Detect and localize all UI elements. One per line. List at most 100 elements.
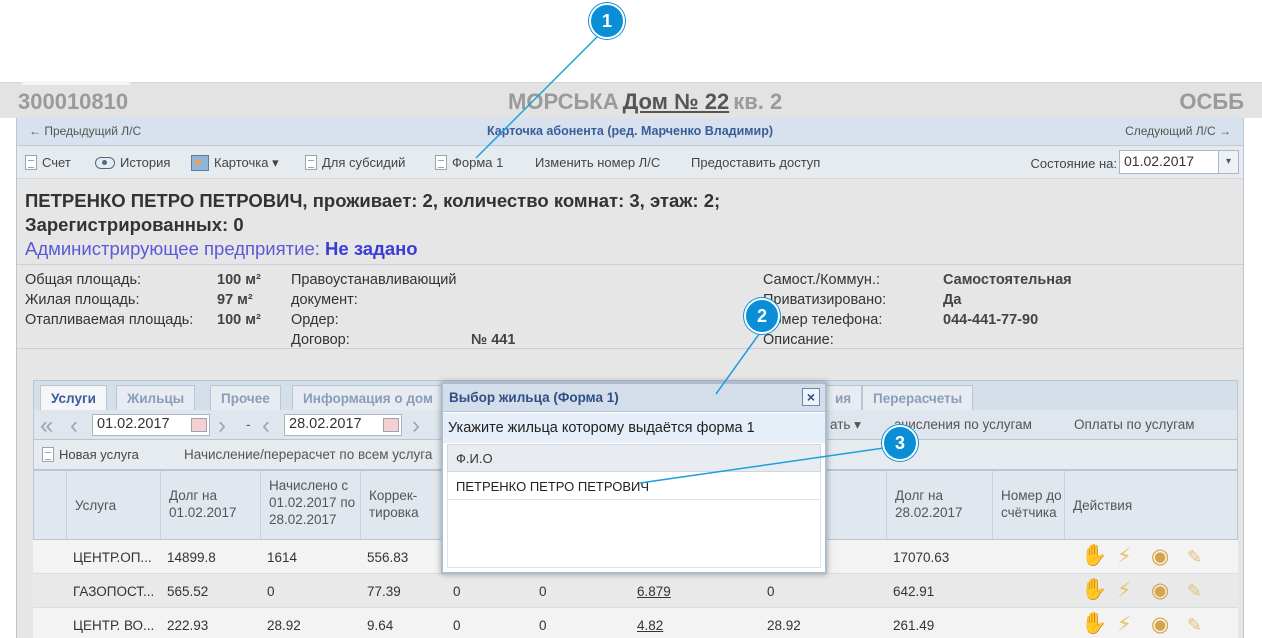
pencil-icon[interactable]: ✎ — [1187, 615, 1202, 636]
hand-icon[interactable]: ✋ — [1081, 578, 1107, 602]
accruals-by-service[interactable]: ачисления по услугам — [894, 417, 1032, 432]
house-link[interactable]: Дом № 22 — [623, 89, 730, 114]
payments-by-service[interactable]: Оплаты по услугам — [1074, 417, 1195, 432]
tab-hidden[interactable]: ия — [824, 385, 863, 411]
phone-label: Номер телефона: — [763, 312, 883, 328]
cell-debt-start: 222.93 — [167, 618, 209, 633]
ownership-type-label: Самост./Коммун.: — [763, 272, 880, 288]
bill-label: Счет — [42, 155, 71, 170]
calendar-icon[interactable] — [191, 418, 207, 432]
right-arrow-icon[interactable]: › — [412, 412, 420, 440]
header-tab-stub — [22, 81, 130, 85]
bill-button[interactable]: Счет — [25, 155, 71, 170]
chevron-down-icon[interactable]: ▾ — [1218, 151, 1238, 173]
change-account-button[interactable]: Изменить номер Л/С — [535, 155, 660, 170]
cell-col7[interactable]: 4.82 — [637, 618, 663, 633]
left-arrow-icon[interactable]: ‹ — [70, 412, 78, 440]
date-from-input[interactable]: 01.02.2017 — [92, 414, 210, 436]
hand-icon[interactable]: ✋ — [1081, 612, 1107, 636]
col-debt-end[interactable]: Долг на 28.02.2017 — [886, 471, 992, 539]
resident-row[interactable]: ПЕТРЕНКО ПЕТРО ПЕТРОВИЧ — [447, 472, 821, 500]
pencil-icon[interactable]: ✎ — [1187, 581, 1202, 602]
cell-service: ГАЗОПОСТ... — [73, 584, 155, 599]
card-menu-button[interactable]: Карточка ▾ — [191, 155, 279, 171]
new-service-button[interactable]: Новая услуга — [42, 447, 139, 462]
cell-col7-link[interactable]: 4.82 — [637, 618, 663, 633]
double-left-icon[interactable]: « — [40, 412, 53, 440]
table-row[interactable]: ЦЕНТР. ВО... 222.93 28.92 9.64 0 0 4.82 … — [33, 608, 1238, 638]
privatized-label: Приватизировано: — [763, 292, 887, 308]
form1-button[interactable]: Форма 1 — [435, 155, 503, 170]
lightning-icon[interactable]: ⚡ — [1117, 578, 1132, 603]
contract-value-wrap: № 441 — [471, 330, 515, 350]
cell-correction: 556.83 — [367, 550, 409, 565]
order-label: Ордер: — [291, 312, 339, 328]
account-header: 300010810 МОРСЬКА Дом № 22 кв. 2 ОСББ — [0, 81, 1262, 118]
cell-service: ЦЕНТР. ВО... — [73, 618, 155, 633]
col-actions: Действия — [1064, 471, 1238, 539]
form1-label: Форма 1 — [452, 155, 504, 170]
col-correction[interactable]: Коррек-тировка — [360, 471, 446, 539]
dialog-title: Выбор жильца (Форма 1) — [449, 390, 619, 405]
right-arrow-icon[interactable]: › — [218, 412, 226, 440]
history-button[interactable]: История — [95, 155, 170, 170]
cell-debt-start: 14899.8 — [167, 550, 216, 565]
cell-col8: 28.92 — [767, 618, 801, 633]
cell-accrued: 1614 — [267, 550, 298, 565]
tab-other[interactable]: Прочее — [210, 385, 281, 411]
col-service[interactable]: Услуга — [66, 471, 160, 539]
cell-correction: 9.64 — [367, 618, 394, 633]
left-arrow-icon[interactable]: ‹ — [262, 412, 270, 440]
registered-count: Зарегистрированных: 0 — [25, 214, 244, 235]
hand-icon[interactable]: ✋ — [1081, 544, 1107, 568]
grant-access-label: Предоставить доступ — [691, 155, 821, 170]
document-icon — [25, 155, 37, 170]
area-labels: Общая площадь: Жилая площадь: Отапливаем… — [25, 270, 193, 330]
table-row[interactable]: ГАЗОПОСТ... 565.52 0 77.39 0 0 6.879 0 6… — [33, 574, 1238, 608]
cell-col5: 0 — [453, 618, 461, 633]
pencil-icon[interactable]: ✎ — [1187, 547, 1202, 568]
print-menu[interactable]: ать ▾ — [830, 417, 861, 433]
card-header: ← Предыдущий Л/С Карточка абонента (ред.… — [17, 118, 1243, 146]
cell-accrued: 28.92 — [267, 618, 301, 633]
lightning-icon[interactable]: ⚡ — [1117, 544, 1132, 569]
card-title: Карточка абонента (ред. Марченко Владими… — [486, 124, 774, 138]
date-range-dash: - — [246, 417, 251, 432]
cell-accrued: 0 — [267, 584, 275, 599]
col-debt-start[interactable]: Долг на 01.02.2017 — [160, 471, 260, 539]
cell-col7-link[interactable]: 6.879 — [637, 584, 671, 599]
total-area-label: Общая площадь: — [25, 272, 142, 288]
property-labels: Самост./Коммун.: Приватизировано: Номер … — [763, 270, 886, 350]
subsidy-button[interactable]: Для субсидий — [305, 155, 405, 170]
tab-residents[interactable]: Жильцы — [116, 385, 196, 411]
next-account-link[interactable]: Следующий Л/С → — [1125, 124, 1231, 138]
living-area-label: Жилая площадь: — [25, 292, 140, 308]
cell-col6: 0 — [539, 618, 547, 633]
coins-icon[interactable]: ◉ — [1151, 544, 1169, 569]
property-values: Самостоятельная Да 044-441-77-90 — [943, 270, 1072, 330]
change-account-label: Изменить номер Л/С — [535, 155, 661, 170]
coins-icon[interactable]: ◉ — [1151, 612, 1169, 637]
coins-icon[interactable]: ◉ — [1151, 578, 1169, 603]
close-icon[interactable]: × — [802, 388, 820, 406]
tab-recalculations[interactable]: Перерасчеты — [862, 385, 974, 411]
tab-house-info[interactable]: Информация о дом — [292, 385, 444, 411]
cell-debt-end: 17070.63 — [893, 550, 950, 565]
grant-access-button[interactable]: Предоставить доступ — [691, 155, 820, 170]
recalc-all-button[interactable]: Начисление/перерасчет по всем услуга — [184, 447, 432, 462]
area-values: 100 м² 97 м² 100 м² — [217, 270, 261, 330]
col-full-name[interactable]: Ф.И.О — [447, 444, 821, 472]
dialog-header: Выбор жильца (Форма 1) × — [443, 384, 825, 412]
calendar-icon[interactable] — [383, 418, 399, 432]
state-date-select[interactable]: 01.02.2017 ▾ — [1119, 150, 1239, 174]
divider — [17, 264, 1243, 265]
date-to-input[interactable]: 28.02.2017 — [284, 414, 402, 436]
tab-services[interactable]: Услуги — [40, 385, 107, 412]
cell-col7[interactable]: 6.879 — [637, 584, 671, 599]
row-selector-header — [34, 471, 66, 539]
date-from-value: 01.02.2017 — [97, 416, 170, 432]
state-date-value: 01.02.2017 — [1124, 153, 1195, 169]
col-meter-number[interactable]: Номер до счётчика — [992, 471, 1064, 539]
col-accrued[interactable]: Начислено с 01.02.2017 по 28.02.2017 — [260, 471, 360, 539]
lightning-icon[interactable]: ⚡ — [1117, 612, 1132, 637]
